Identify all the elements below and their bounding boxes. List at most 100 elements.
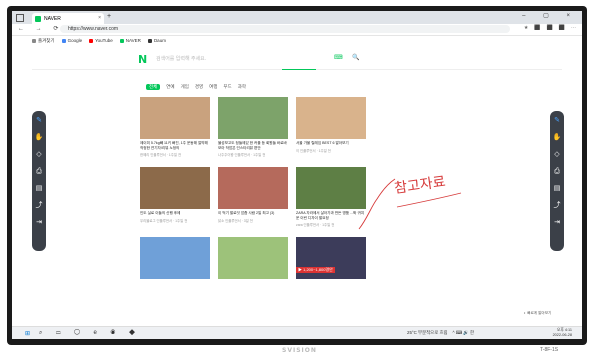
whiteboard-toolbar-right: ✎ ✋ ◇ ⎙ ▤ ⤴ ⇥ [550,111,564,251]
clock[interactable]: 오후 4:11 2022-06-28 [553,328,572,338]
clear-icon[interactable]: ⎙ [36,168,42,176]
bookmark-label: 즐겨찾기 [38,37,55,43]
category-tab[interactable]: 게임 [181,84,189,90]
hand-icon[interactable]: ✋ [35,134,44,142]
whiteboard-toolbar-left: ✎ ✋ ◇ ⎙ ▤ ⤴ ⇥ [32,111,46,251]
quick-view-widget[interactable]: ◐ 빠르게 알아보기 [524,311,551,316]
browser-tab[interactable]: NAVER × [32,13,104,24]
content-card[interactable]: 뮬성보고도 정들에있 한 커플 등 회원들 바로바 모아 작업은 인스타리뷰 편… [218,97,288,157]
content-card[interactable]: 이 먹기 팔로잇 압좀 사람 2일 최고 (3) 닭소 인플루언서 · 3일 전 [218,167,288,223]
eraser-icon[interactable]: ◇ [554,151,559,159]
eraser-icon[interactable]: ◇ [36,151,41,159]
bookmark-item[interactable]: YouTube [89,38,113,43]
card-meta: 나주주이왕 인플루언서 · 1주일 전 [218,153,266,158]
content-card[interactable]: ZARA 자라에서 살아가과 만든 명품 ...봐 귀여운 이런 디자이 팔요정… [296,167,366,227]
naver-favicon-icon [35,15,41,22]
card-thumbnail[interactable] [296,97,366,139]
toolbar-icon[interactable]: ⬛ [534,25,540,31]
card-meta: zara 인플루언서 · 1주일 전 [296,223,335,228]
content-card[interactable]: 인도 실로 이들의 신행 후에우리블로그 인플루언서 · 1주일 전 [140,167,210,223]
address-bar-row: ← → ⟳ ⌂ https://www.naver.com ★ ⬛ ⬛ ⬛ ⋯ [12,24,582,36]
clock-date: 2022-06-28 [552,333,572,337]
tab-close-icon[interactable]: × [98,15,101,21]
active-indicator [282,69,316,70]
bookmark-label: NAVER [125,38,141,43]
bookmark-icon [147,38,152,43]
content-card[interactable] [218,237,288,279]
exit-icon[interactable]: ⇥ [36,219,42,227]
bookmark-item[interactable]: NAVER [119,38,141,43]
bookmark-icon [32,38,36,43]
content-card[interactable]: 제이미 5.7kg빼 11키 빠진, 1주 운동해 절약해 작정한 연기자/리뷰… [140,97,210,157]
windows-start-icon[interactable]: ⊞ [25,330,30,337]
card-meta: 닭소 인플루언서 · 3일 전 [218,218,253,223]
card-meta: 우리블로그 인플루언서 · 1주일 전 [140,218,188,223]
bookmark-item[interactable]: Daum [147,38,166,43]
toolbar-icons[interactable]: ★ ⬛ ⬛ ⬛ ⋯ [524,25,576,31]
bookmark-item[interactable]: Google [61,38,82,43]
tab-bar: NAVER × + – ▢ × [12,11,582,24]
save-icon[interactable]: ▤ [36,185,43,193]
card-thumbnail[interactable]: ▶ 1,200~1,800명안 [296,237,366,279]
content-card[interactable] [140,237,210,279]
bookmark-icon [61,38,66,43]
video-overlay: ▶ 1,200~1,800명안 [296,267,335,273]
annotation-text: 참고자료 [393,174,446,197]
bookmark-icon [89,38,94,43]
card-thumbnail[interactable] [140,237,210,279]
card-thumbnail[interactable] [140,97,210,139]
bookmarks-bar: 즐겨찾기 Google YouTube NAVER Daum [12,36,582,45]
device-model: T-8F-1S [540,347,559,353]
window-controls[interactable]: – ▢ × [522,12,578,19]
card-caption[interactable]: 제이미 5.7kg빼 11키 빠진, 1주 운동해 절약해 작정한 연기자/리뷰… [140,141,210,150]
toolbar-icon[interactable]: ⬛ [559,25,565,31]
card-meta: 한혜리 인플루언서 · 1주일 전 [140,153,182,158]
bookmark-label: YouTube [95,38,113,43]
card-caption[interactable]: 이 먹기 팔로잇 압좀 사람 2일 최고 (3) [218,211,288,216]
pen-icon[interactable]: ✎ [554,117,560,125]
weather-widget[interactable]: 25°C 부분적으로 흐림 [407,330,448,336]
card-thumbnail[interactable] [296,167,366,209]
search-icon[interactable]: ⌨ 🔍 [334,54,364,61]
naver-logo[interactable]: N [138,53,147,66]
toolbar-icon[interactable]: ★ [524,25,528,31]
system-tray[interactable]: ^ ⌨ 🔊 한 [453,330,475,336]
handwritten-annotation: 참고자료 [358,174,462,230]
category-tab[interactable]: 전체 [146,84,161,90]
card-caption[interactable]: 서울 가볼 릴레임 BEST 6 알아보기 [296,141,366,146]
toolbar-icon[interactable]: ⬛ [547,25,553,31]
content-card[interactable]: 서울 가볼 릴레임 BEST 6 알아보기 이 인플루언서 · 1주일 전 [296,97,366,153]
share-icon[interactable]: ⤴ [36,202,43,210]
taskbar-app-icons[interactable]: ⌕ ▭ ◯ e ◉ ◆ [39,330,141,337]
new-tab-button[interactable]: + [107,13,111,20]
url-input[interactable]: https://www.naver.com [60,25,510,33]
bookmark-item[interactable]: 즐겨찾기 [32,38,55,44]
card-thumbnail[interactable] [218,167,288,209]
category-tab[interactable]: 푸드 [223,84,231,90]
card-thumbnail[interactable] [218,97,288,139]
card-caption[interactable]: ZARA 자라에서 살아가과 만든 명품 ...봐 귀여운 이런 디자이 팔요정 [296,211,366,220]
content-card[interactable]: ▶ 1,200~1,800명안 [296,237,366,279]
clear-icon[interactable]: ⎙ [554,168,560,176]
device-brand-logo: SVISION [282,347,317,354]
card-caption[interactable]: 뮬성보고도 정들에있 한 커플 등 회원들 바로바 모아 작업은 인스타리뷰 편… [218,141,288,150]
category-tab[interactable]: 경영 [195,84,203,90]
card-thumbnail[interactable] [218,237,288,279]
share-icon[interactable]: ⤴ [554,202,561,210]
card-caption[interactable]: 인도 실로 이들의 신행 후에 [140,211,210,216]
annotation-arrow-stroke [358,178,396,230]
pen-icon[interactable]: ✎ [36,117,42,125]
category-tab[interactable]: 여행 [209,84,217,90]
exit-icon[interactable]: ⇥ [554,219,560,227]
save-icon[interactable]: ▤ [554,185,561,193]
tab-title: NAVER [44,15,61,22]
hand-icon[interactable]: ✋ [553,134,562,142]
bookmark-label: Daum [153,38,166,43]
category-tab[interactable]: 연예 [166,84,174,90]
window-menu-icon[interactable] [16,14,24,22]
bookmark-icon [119,38,124,43]
card-thumbnail[interactable] [140,167,210,209]
category-tabs: 전체 연예 게임 경영 여행 푸드 과학 [146,84,246,90]
toolbar-icon[interactable]: ⋯ [571,25,576,31]
category-tab[interactable]: 과학 [238,84,246,90]
